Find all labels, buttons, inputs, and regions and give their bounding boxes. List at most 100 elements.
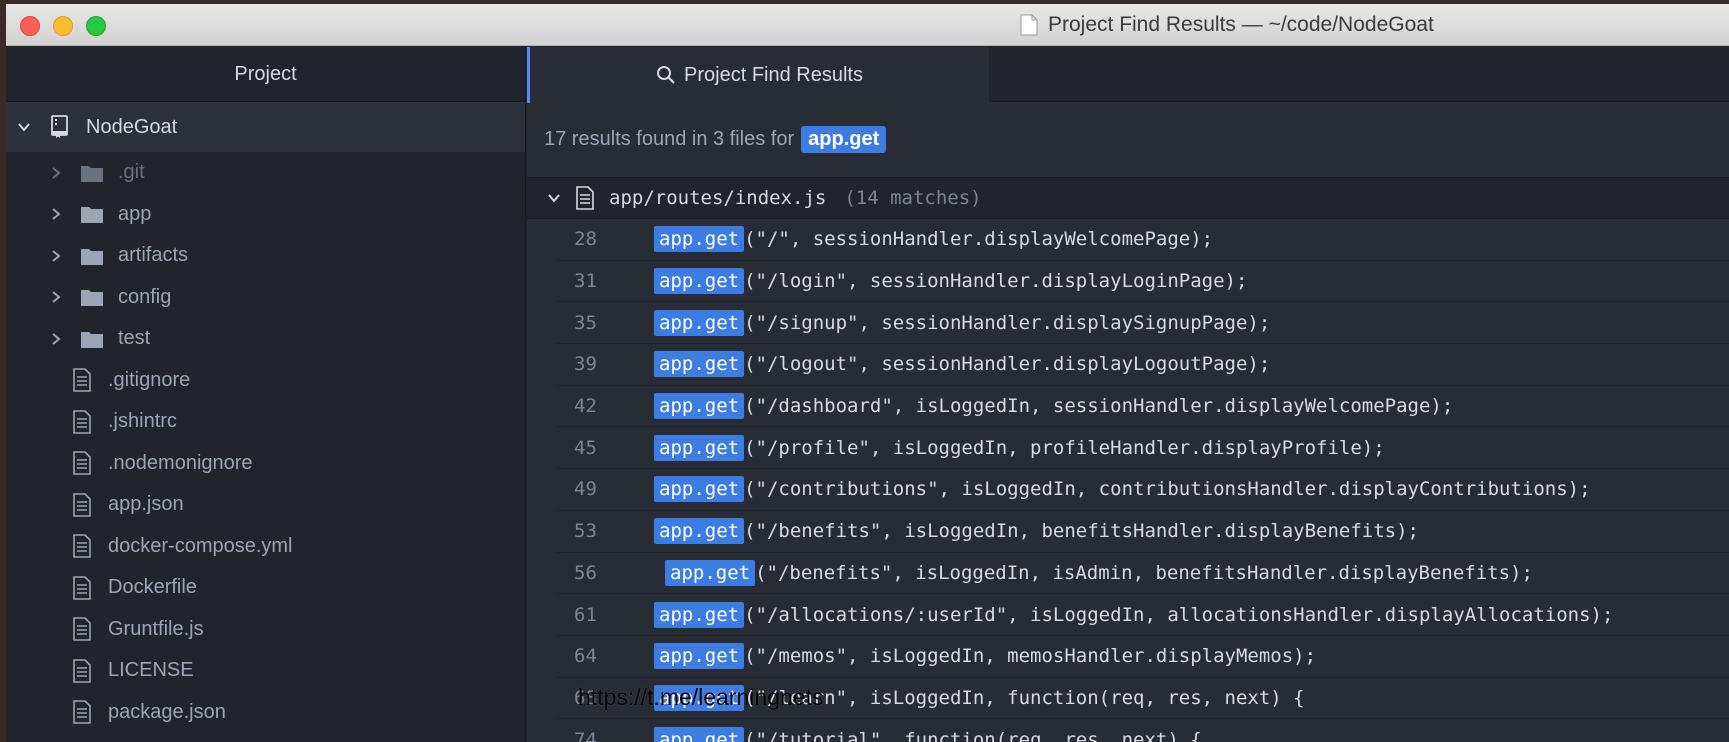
tree-root-label: NodeGoat	[86, 115, 178, 138]
chevron-right-icon[interactable]	[50, 332, 62, 346]
sidebar-header: Project	[6, 47, 525, 102]
tree-root-nodegoat[interactable]: NodeGoat	[6, 102, 525, 152]
result-row[interactable]: 64 app.get ("/memos", isLoggedIn, memosHan…	[557, 636, 1729, 678]
tree-item-app-json[interactable]: app.json	[6, 484, 525, 526]
match-highlight: app.get	[654, 601, 745, 628]
tree-item-label: Dockerfile	[108, 576, 197, 599]
file-tree: .git app artifacts config test .gitignore .jsh…	[6, 152, 525, 733]
file-text-icon	[73, 492, 91, 517]
tree-item-label: app	[118, 202, 152, 225]
tree-item-label: config	[118, 285, 172, 308]
code-text: ("/profile", isLoggedIn, profileHandler.…	[744, 436, 1385, 459]
tree-item-artifacts[interactable]: artifacts	[6, 235, 525, 277]
code-text: ("/memos", isLoggedIn, memosHandler.disp…	[744, 645, 1317, 668]
search-query-badge: app.get	[801, 126, 887, 153]
file-text-icon	[73, 700, 91, 725]
window-title: Project Find Results — ~/code/NodeGoat	[1048, 13, 1434, 36]
line-number: 45	[574, 436, 597, 459]
app-window: Project Find Results — ~/code/NodeGoat P…	[6, 4, 1729, 742]
tree-item-config[interactable]: config	[6, 277, 525, 319]
code-text: ("/learn", isLoggedIn, function(req, res…	[744, 686, 1305, 709]
file-text-icon	[576, 186, 594, 210]
match-highlight: app.get	[654, 309, 745, 336]
code-text: ("/logout", sessionHandler.displayLogout…	[744, 353, 1271, 376]
tree-item-label: Gruntfile.js	[108, 617, 204, 640]
tree-item-label: test	[118, 327, 151, 350]
chevron-right-icon[interactable]	[50, 249, 62, 263]
code-text: ("/signup", sessionHandler.displaySignup…	[744, 311, 1271, 334]
code-text: ("/benefits", isLoggedIn, benefitsHandle…	[744, 520, 1419, 543]
chevron-right-icon[interactable]	[50, 207, 62, 221]
chevron-down-icon[interactable]	[16, 119, 32, 135]
line-number: 49	[574, 478, 597, 501]
code-text: ("/contributions", isLoggedIn, contribut…	[744, 478, 1591, 501]
search-icon	[657, 66, 675, 84]
match-highlight: app.get	[665, 559, 756, 586]
tree-item-gitignore[interactable]: .gitignore	[6, 360, 525, 402]
match-highlight: app.get	[654, 476, 745, 503]
minimize-window-button[interactable]	[53, 16, 73, 36]
result-row[interactable]: 49 app.get ("/contributions", isLoggedIn, …	[557, 469, 1729, 511]
result-row[interactable]: 31 app.get ("/login", sessionHandler.displ…	[557, 261, 1729, 303]
tree-item-dockerfile[interactable]: Dockerfile	[6, 567, 525, 609]
code-text: ("/login", sessionHandler.displayLoginPa…	[744, 270, 1248, 293]
tree-item-label: app.json	[108, 493, 184, 516]
folder-icon	[81, 331, 103, 348]
tree-item-label: .jshintrc	[108, 410, 177, 433]
tree-item-nodemonignore[interactable]: .nodemonignore	[6, 443, 525, 485]
result-row[interactable]: 39 app.get ("/logout", sessionHandler.disp…	[557, 344, 1729, 386]
line-number: 39	[574, 353, 597, 376]
file-text-icon	[73, 368, 91, 393]
result-row[interactable]: 45 app.get ("/profile", isLoggedIn, profil…	[557, 427, 1729, 470]
file-text-icon	[73, 534, 91, 559]
folder-icon	[81, 290, 103, 307]
tree-item-package-json[interactable]: package.json	[6, 692, 525, 734]
code-text: ("/allocations/:userId", isLoggedIn, all…	[744, 603, 1614, 626]
code-text: ("/benefits", isLoggedIn, isAdmin, benef…	[755, 561, 1533, 584]
tree-item-label: .git	[118, 161, 145, 184]
tab-project-find-results[interactable]: Project Find Results	[527, 47, 989, 103]
code-text: ("/tutorial", function(req, res, next) {	[744, 728, 1202, 742]
result-match-count: (14 matches)	[844, 187, 982, 209]
result-row[interactable]: 35 app.get ("/signup", sessionHandler.disp…	[557, 302, 1729, 345]
chevron-down-icon[interactable]	[547, 191, 561, 205]
tree-item-gruntfile-js[interactable]: Gruntfile.js	[6, 609, 525, 651]
chevron-right-icon[interactable]	[50, 166, 62, 180]
tree-item-docker-compose-yml[interactable]: docker-compose.yml	[6, 526, 525, 568]
tab-label: Project Find Results	[684, 63, 863, 86]
tab-bar: Project Find Results	[527, 47, 1729, 103]
result-row[interactable]: 42 app.get ("/dashboard", isLoggedIn, sess…	[557, 386, 1729, 428]
result-row[interactable]: 28 app.get ("/", sessionHandler.displayWel…	[557, 219, 1729, 261]
tree-item-label: .gitignore	[108, 368, 191, 391]
repository-icon	[51, 115, 68, 138]
window-title-group: Project Find Results — ~/code/NodeGoat	[1020, 13, 1434, 37]
tree-item-jshintrc[interactable]: .jshintrc	[6, 401, 525, 443]
file-text-icon	[73, 617, 91, 642]
tree-item-label: package.json	[108, 700, 226, 723]
match-highlight: app.get	[654, 226, 745, 253]
match-highlight: app.get	[654, 434, 745, 461]
maximize-window-button[interactable]	[86, 16, 106, 36]
line-number: 74	[574, 728, 597, 742]
tree-item-test[interactable]: test	[6, 318, 525, 360]
result-row[interactable]: 53 app.get ("/benefits", isLoggedIn, benef…	[557, 511, 1729, 553]
tree-item-license[interactable]: LICENSE	[6, 650, 525, 692]
result-row[interactable]: 56 app.get ("/benefits", isLoggedIn, isAdm…	[557, 553, 1729, 595]
chevron-right-icon[interactable]	[50, 290, 62, 304]
project-sidebar: Project NodeGoat .git app artifacts config t…	[6, 47, 526, 742]
summary-text: 17 results found in 3 files for	[544, 128, 795, 150]
result-row[interactable]: 61 app.get ("/allocations/:userId", isLogg…	[557, 594, 1729, 636]
folder-icon	[81, 207, 103, 224]
result-row[interactable]: 74 app.get ("/tutorial", function(req, res…	[557, 719, 1729, 742]
match-highlight: app.get	[654, 268, 745, 295]
line-number: 35	[574, 311, 597, 334]
line-number: 31	[574, 270, 597, 293]
folder-icon	[81, 248, 103, 265]
tree-item-app[interactable]: app	[6, 194, 525, 236]
tree-item-git[interactable]: .git	[6, 152, 525, 194]
close-window-button[interactable]	[20, 16, 40, 36]
file-text-icon	[73, 575, 91, 600]
result-file-header[interactable]: app/routes/index.js (14 matches)	[527, 177, 1729, 219]
line-number: 28	[574, 228, 597, 251]
results-summary: 17 results found in 3 files for app.get	[527, 102, 1729, 177]
